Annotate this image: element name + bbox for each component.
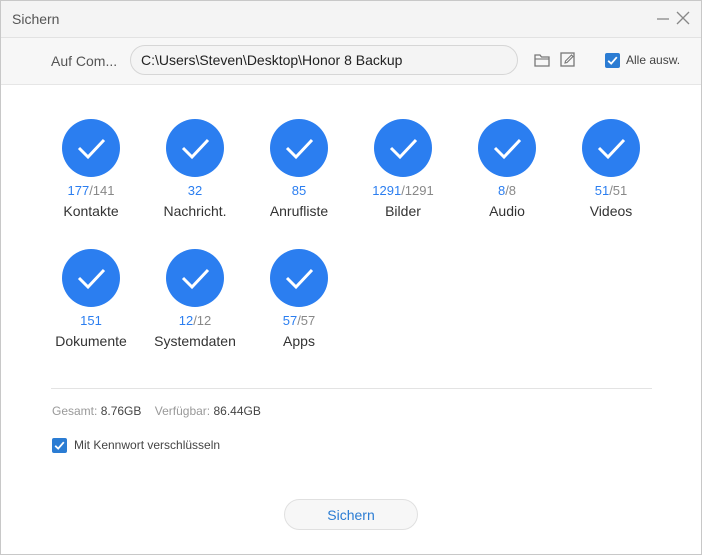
checkmark-icon[interactable] xyxy=(270,249,328,307)
category-label: Bilder xyxy=(385,203,421,219)
category-audio[interactable]: 8/8 Audio xyxy=(455,119,559,219)
checkmark-icon[interactable] xyxy=(374,119,432,177)
category-count: 1291/1291 xyxy=(351,183,455,198)
total-size-value: 8.76GB xyxy=(100,404,142,418)
category-count: 177/141 xyxy=(39,183,143,198)
category-label: Dokumente xyxy=(55,333,127,349)
total-count: /141 xyxy=(89,183,115,198)
encrypt-label[interactable]: Mit Kennwort verschlüsseln xyxy=(74,438,220,452)
backup-window: Sichern Auf Com... Alle ausw. 177/141 Ko… xyxy=(0,0,702,555)
category-call-log[interactable]: 85 Anrufliste xyxy=(247,119,351,219)
selected-count: 1291 xyxy=(372,183,402,198)
category-contacts[interactable]: 177/141 Kontakte xyxy=(39,119,143,219)
total-count: /57 xyxy=(297,313,316,328)
category-count: 32 xyxy=(143,183,247,198)
category-documents[interactable]: 151 Dokumente xyxy=(39,249,143,349)
selected-count: 151 xyxy=(80,313,102,328)
edit-icon[interactable] xyxy=(559,51,577,69)
total-size-label: Gesamt: xyxy=(52,404,98,418)
checkmark-icon[interactable] xyxy=(478,119,536,177)
checkmark-icon[interactable] xyxy=(62,119,120,177)
title-bar: Sichern xyxy=(1,1,701,38)
storage-info: Gesamt: 8.76GB Verfügbar: 86.44GB xyxy=(52,404,271,418)
total-count: /51 xyxy=(609,183,628,198)
selected-count: 12 xyxy=(178,313,194,328)
window-title: Sichern xyxy=(12,11,60,27)
available-space-value: 86.44GB xyxy=(213,404,261,418)
divider xyxy=(51,388,652,389)
category-pictures[interactable]: 1291/1291 Bilder xyxy=(351,119,455,219)
path-bar: Auf Com... Alle ausw. xyxy=(1,38,701,85)
category-label: Anrufliste xyxy=(269,203,329,219)
minimize-icon[interactable] xyxy=(655,10,671,26)
category-videos[interactable]: 51/51 Videos xyxy=(559,119,663,219)
category-label: Kontakte xyxy=(63,203,119,219)
selected-count: 32 xyxy=(187,183,203,198)
path-input[interactable] xyxy=(130,45,518,75)
category-grid: 177/141 Kontakte 32 Nachricht. 85 Anrufl… xyxy=(1,84,701,384)
checkmark-icon[interactable] xyxy=(166,119,224,177)
save-button[interactable]: Sichern xyxy=(284,499,418,530)
category-messages[interactable]: 32 Nachricht. xyxy=(143,119,247,219)
select-all-label: Alle ausw. xyxy=(626,53,681,67)
category-count: 85 xyxy=(247,183,351,198)
checkmark-icon[interactable] xyxy=(166,249,224,307)
selected-count: 85 xyxy=(291,183,307,198)
select-all-checkbox[interactable] xyxy=(605,53,620,68)
encrypt-checkbox[interactable] xyxy=(52,438,67,453)
category-label: Videos xyxy=(589,203,633,219)
category-system-data[interactable]: 12/12 Systemdaten xyxy=(143,249,247,349)
total-count: /1291 xyxy=(401,183,434,198)
category-label: Systemdaten xyxy=(154,333,236,349)
available-space-label: Verfügbar: xyxy=(154,404,211,418)
category-count: 51/51 xyxy=(559,183,663,198)
category-count: 12/12 xyxy=(143,313,247,328)
category-label: Audio xyxy=(489,203,525,219)
selected-count: 51 xyxy=(594,183,610,198)
folder-icon[interactable] xyxy=(533,51,551,69)
category-label: Apps xyxy=(283,333,315,349)
category-label: Nachricht. xyxy=(163,203,227,219)
checkmark-icon[interactable] xyxy=(582,119,640,177)
path-label: Auf Com... xyxy=(51,53,118,69)
selected-count: 177 xyxy=(67,183,90,198)
total-count: /8 xyxy=(505,183,517,198)
checkmark-icon[interactable] xyxy=(270,119,328,177)
category-count: 151 xyxy=(39,313,143,328)
selected-count: 57 xyxy=(282,313,298,328)
close-icon[interactable] xyxy=(675,10,691,26)
checkmark-icon[interactable] xyxy=(62,249,120,307)
category-count: 8/8 xyxy=(455,183,559,198)
category-apps[interactable]: 57/57 Apps xyxy=(247,249,351,349)
category-count: 57/57 xyxy=(247,313,351,328)
total-count: /12 xyxy=(193,313,212,328)
